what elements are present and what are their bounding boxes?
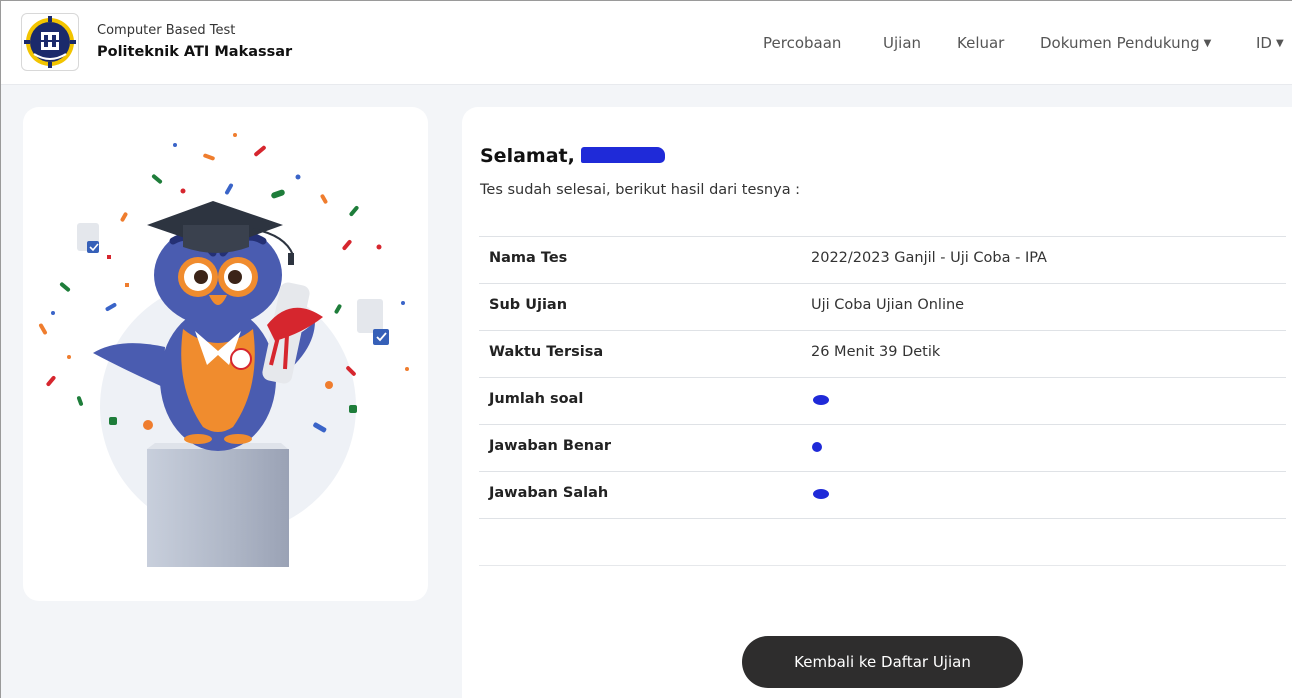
result-table: Nama Tes 2022/2023 Ganjil - Uji Coba - I… xyxy=(479,236,1286,566)
back-to-exam-list-button[interactable]: Kembali ke Daftar Ujian xyxy=(742,636,1023,688)
nav-language[interactable]: ID ▼ xyxy=(1256,34,1284,52)
nav-ujian[interactable]: Ujian xyxy=(883,34,921,52)
nav-dokumen-pendukung-label: Dokumen Pendukung xyxy=(1040,34,1200,52)
graduation-owl-illustration xyxy=(39,133,409,567)
table-row: Waktu Tersisa 26 Menit 39 Detik xyxy=(479,331,1286,378)
navbar: Computer Based Test Politeknik ATI Makas… xyxy=(1,1,1292,85)
result-card: Selamat, Tes sudah selesai, berikut hasi… xyxy=(462,107,1292,698)
greeting-heading: Selamat, xyxy=(480,145,665,167)
nav-language-label: ID xyxy=(1256,34,1272,52)
document-check-icon xyxy=(357,299,389,345)
row-label: Jumlah soal xyxy=(489,391,584,407)
nav-percobaan[interactable]: Percobaan xyxy=(763,34,841,52)
redacted-value xyxy=(812,442,822,452)
caret-down-icon: ▼ xyxy=(1275,38,1284,49)
table-row: Sub Ujian Uji Coba Ujian Online xyxy=(479,284,1286,331)
table-row: Jumlah soal xyxy=(479,378,1286,425)
completion-message: Tes sudah selesai, berikut hasil dari te… xyxy=(480,182,801,198)
row-value: 2022/2023 Ganjil - Uji Coba - IPA xyxy=(811,250,1047,266)
row-label: Sub Ujian xyxy=(489,297,568,313)
redacted-name xyxy=(580,147,665,163)
nav-dokumen-pendukung[interactable]: Dokumen Pendukung ▼ xyxy=(1040,34,1211,52)
table-row: Nama Tes 2022/2023 Ganjil - Uji Coba - I… xyxy=(479,237,1286,284)
row-label: Jawaban Salah xyxy=(489,485,609,501)
caret-down-icon: ▼ xyxy=(1203,38,1212,49)
pedestal-box xyxy=(147,443,289,567)
nav-keluar[interactable]: Keluar xyxy=(957,34,1004,52)
table-row-empty xyxy=(479,519,1286,566)
nav-links: Percobaan Ujian Keluar Dokumen Pendukung… xyxy=(1,34,1292,54)
row-value: 26 Menit 39 Detik xyxy=(811,344,941,360)
table-row: Jawaban Salah xyxy=(479,472,1286,519)
row-label: Jawaban Benar xyxy=(489,438,612,454)
greeting-text: Selamat, xyxy=(480,145,575,167)
redacted-value xyxy=(813,395,829,405)
row-label: Waktu Tersisa xyxy=(489,344,604,360)
illustration-card xyxy=(23,107,428,601)
table-row: Jawaban Benar xyxy=(479,425,1286,472)
row-label: Nama Tes xyxy=(489,250,568,266)
document-check-icon xyxy=(77,223,99,253)
row-value: Uji Coba Ujian Online xyxy=(811,297,965,313)
redacted-value xyxy=(813,489,829,499)
